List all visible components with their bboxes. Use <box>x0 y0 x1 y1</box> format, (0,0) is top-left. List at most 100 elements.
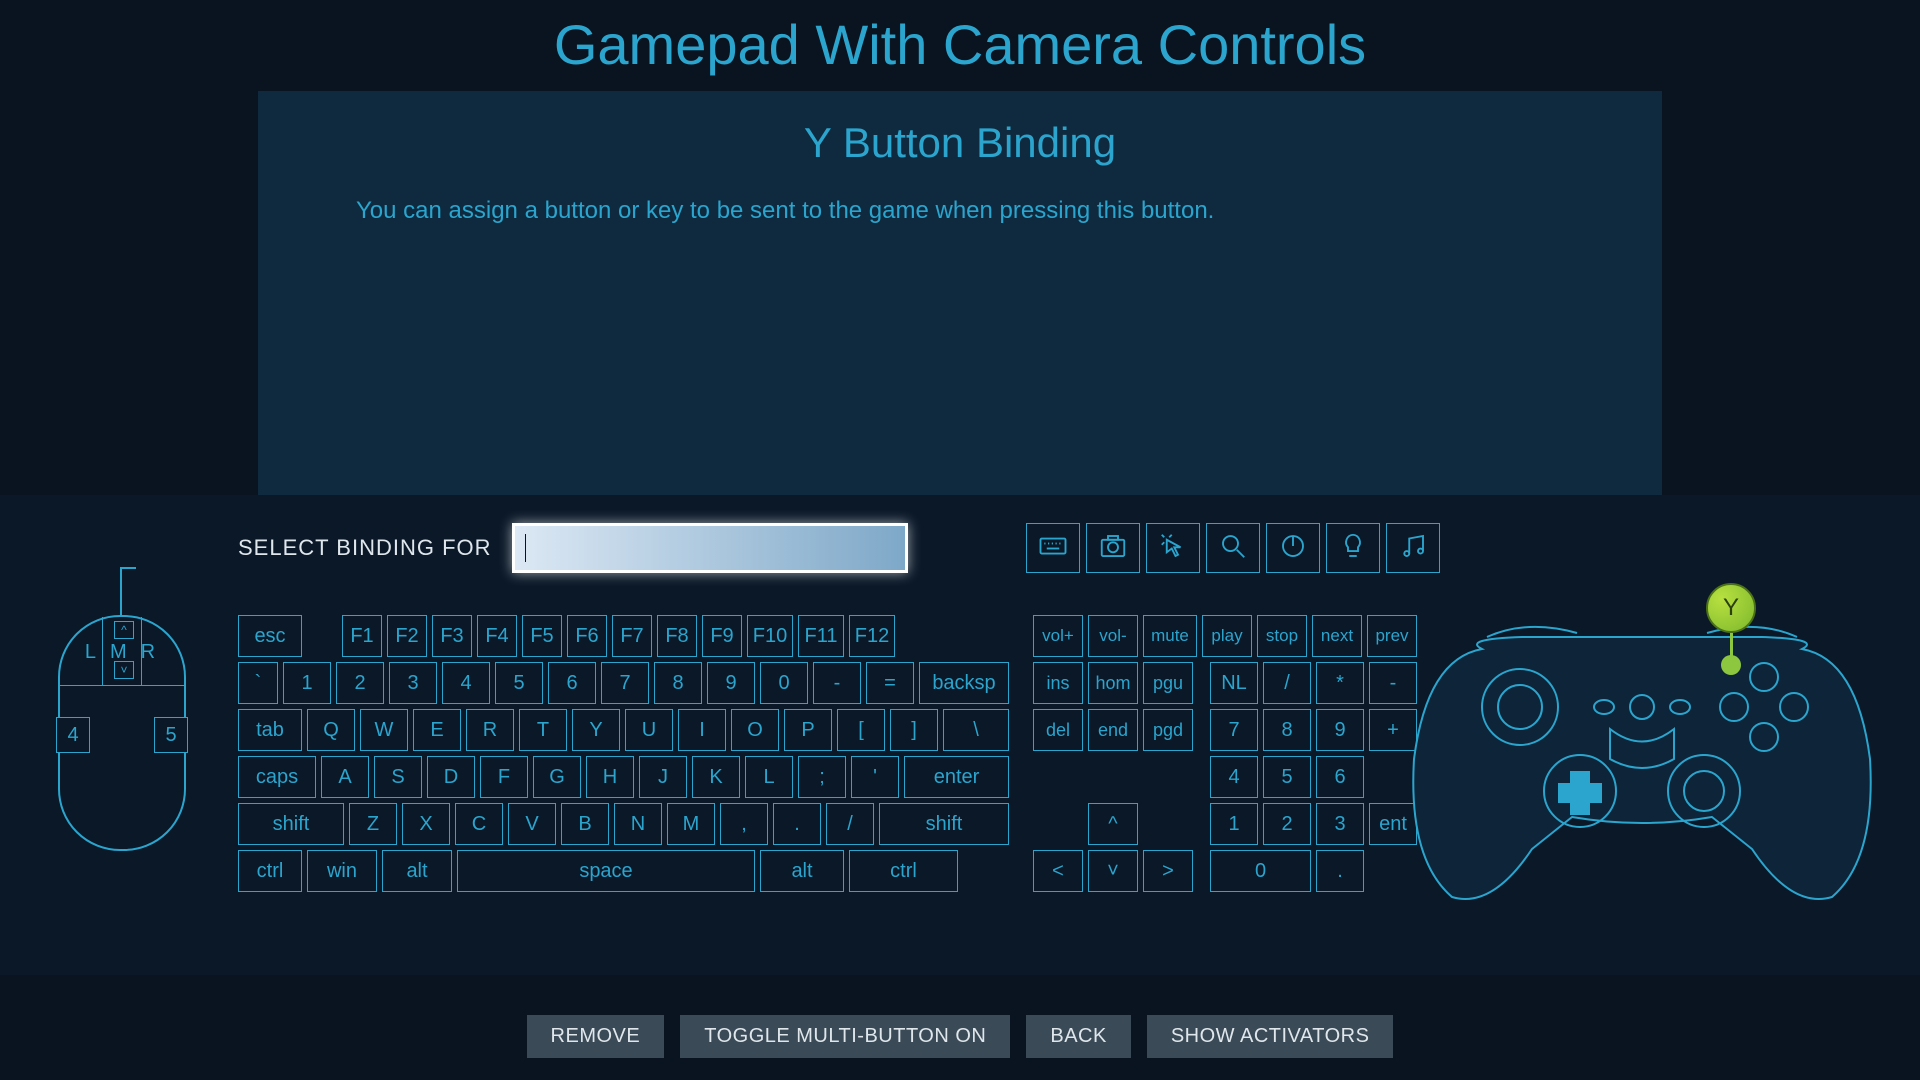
key-esc[interactable]: esc <box>238 615 302 657</box>
key-del[interactable]: del <box>1033 709 1083 751</box>
key-k[interactable]: K <box>692 756 740 798</box>
key-stop[interactable]: stop <box>1257 615 1307 657</box>
key-semicolon[interactable]: ; <box>798 756 846 798</box>
key-np-9[interactable]: 9 <box>1316 709 1364 751</box>
y-button-indicator[interactable]: Y <box>1706 583 1756 633</box>
key-comma[interactable]: , <box>720 803 768 845</box>
key-2[interactable]: 2 <box>336 662 384 704</box>
key-f3[interactable]: F3 <box>432 615 472 657</box>
key-pgup[interactable]: pgu <box>1143 662 1193 704</box>
key-o[interactable]: O <box>731 709 779 751</box>
key-f10[interactable]: F10 <box>747 615 793 657</box>
key-mute[interactable]: mute <box>1143 615 1197 657</box>
key-np-5[interactable]: 5 <box>1263 756 1311 798</box>
key-next[interactable]: next <box>1312 615 1362 657</box>
key-w[interactable]: W <box>360 709 408 751</box>
key-h[interactable]: H <box>586 756 634 798</box>
tab-mouse-click[interactable] <box>1146 523 1200 573</box>
mouse-scroll-down[interactable]: ˅ <box>114 661 134 679</box>
toggle-multi-button[interactable]: TOGGLE MULTI-BUTTON ON <box>680 1015 1010 1058</box>
key-np-8[interactable]: 8 <box>1263 709 1311 751</box>
key-r[interactable]: R <box>466 709 514 751</box>
key-prev[interactable]: prev <box>1367 615 1417 657</box>
key-enter[interactable]: enter <box>904 756 1009 798</box>
key-p[interactable]: P <box>784 709 832 751</box>
key-4[interactable]: 4 <box>442 662 490 704</box>
key-minus[interactable]: - <box>813 662 861 704</box>
key-l[interactable]: L <box>745 756 793 798</box>
key-np-plus[interactable]: + <box>1369 709 1417 751</box>
key-ctrl-left[interactable]: ctrl <box>238 850 302 892</box>
key-pgdn[interactable]: pgd <box>1143 709 1193 751</box>
key-arrow-right[interactable]: > <box>1143 850 1193 892</box>
key-v[interactable]: V <box>508 803 556 845</box>
key-np-minus[interactable]: - <box>1369 662 1417 704</box>
key-backspace[interactable]: backsp <box>919 662 1009 704</box>
key-np-1[interactable]: 1 <box>1210 803 1258 845</box>
key-q[interactable]: Q <box>307 709 355 751</box>
tab-music[interactable] <box>1386 523 1440 573</box>
key-play[interactable]: play <box>1202 615 1252 657</box>
show-activators-button[interactable]: SHOW ACTIVATORS <box>1147 1015 1394 1058</box>
key-6[interactable]: 6 <box>548 662 596 704</box>
key-f2[interactable]: F2 <box>387 615 427 657</box>
key-j[interactable]: J <box>639 756 687 798</box>
key-np-3[interactable]: 3 <box>1316 803 1364 845</box>
key-8[interactable]: 8 <box>654 662 702 704</box>
mouse-scroll-up[interactable]: ^ <box>114 621 134 639</box>
key-3[interactable]: 3 <box>389 662 437 704</box>
key-i[interactable]: I <box>678 709 726 751</box>
key-shift-left[interactable]: shift <box>238 803 344 845</box>
key-f8[interactable]: F8 <box>657 615 697 657</box>
binding-input[interactable] <box>512 523 908 573</box>
key-np-2[interactable]: 2 <box>1263 803 1311 845</box>
key-tab[interactable]: tab <box>238 709 302 751</box>
key-bracket-right[interactable]: ] <box>890 709 938 751</box>
key-a[interactable]: A <box>321 756 369 798</box>
key-alt-right[interactable]: alt <box>760 850 844 892</box>
key-np-6[interactable]: 6 <box>1316 756 1364 798</box>
tab-magnify[interactable] <box>1206 523 1260 573</box>
key-np-7[interactable]: 7 <box>1210 709 1258 751</box>
key-numlock[interactable]: NL <box>1210 662 1258 704</box>
key-f11[interactable]: F11 <box>798 615 844 657</box>
mouse-right[interactable]: R <box>141 641 169 663</box>
key-f12[interactable]: F12 <box>849 615 895 657</box>
key-ins[interactable]: ins <box>1033 662 1083 704</box>
key-f4[interactable]: F4 <box>477 615 517 657</box>
key-arrow-down[interactable]: ˅ <box>1088 850 1138 892</box>
key-x[interactable]: X <box>402 803 450 845</box>
key-e[interactable]: E <box>413 709 461 751</box>
key-z[interactable]: Z <box>349 803 397 845</box>
key-backslash[interactable]: \ <box>943 709 1009 751</box>
mouse-middle[interactable]: M <box>110 641 141 663</box>
key-n[interactable]: N <box>614 803 662 845</box>
mouse-button-4[interactable]: 4 <box>56 717 90 753</box>
key-9[interactable]: 9 <box>707 662 755 704</box>
key-home[interactable]: hom <box>1088 662 1138 704</box>
key-np-4[interactable]: 4 <box>1210 756 1258 798</box>
key-y[interactable]: Y <box>572 709 620 751</box>
key-u[interactable]: U <box>625 709 673 751</box>
key-arrow-left[interactable]: < <box>1033 850 1083 892</box>
key-bracket-left[interactable]: [ <box>837 709 885 751</box>
key-period[interactable]: . <box>773 803 821 845</box>
key-s[interactable]: S <box>374 756 422 798</box>
tab-power[interactable] <box>1266 523 1320 573</box>
key-1[interactable]: 1 <box>283 662 331 704</box>
key-f1[interactable]: F1 <box>342 615 382 657</box>
key-shift-right[interactable]: shift <box>879 803 1009 845</box>
key-vol-up[interactable]: vol+ <box>1033 615 1083 657</box>
key-t[interactable]: T <box>519 709 567 751</box>
key-slash[interactable]: / <box>826 803 874 845</box>
key-f6[interactable]: F6 <box>567 615 607 657</box>
key-c[interactable]: C <box>455 803 503 845</box>
key-np-ent[interactable]: ent <box>1369 803 1417 845</box>
key-quote[interactable]: ' <box>851 756 899 798</box>
key-np-div[interactable]: / <box>1263 662 1311 704</box>
key-np-0[interactable]: 0 <box>1210 850 1311 892</box>
key-equals[interactable]: = <box>866 662 914 704</box>
key-0[interactable]: 0 <box>760 662 808 704</box>
key-win[interactable]: win <box>307 850 377 892</box>
key-f9[interactable]: F9 <box>702 615 742 657</box>
